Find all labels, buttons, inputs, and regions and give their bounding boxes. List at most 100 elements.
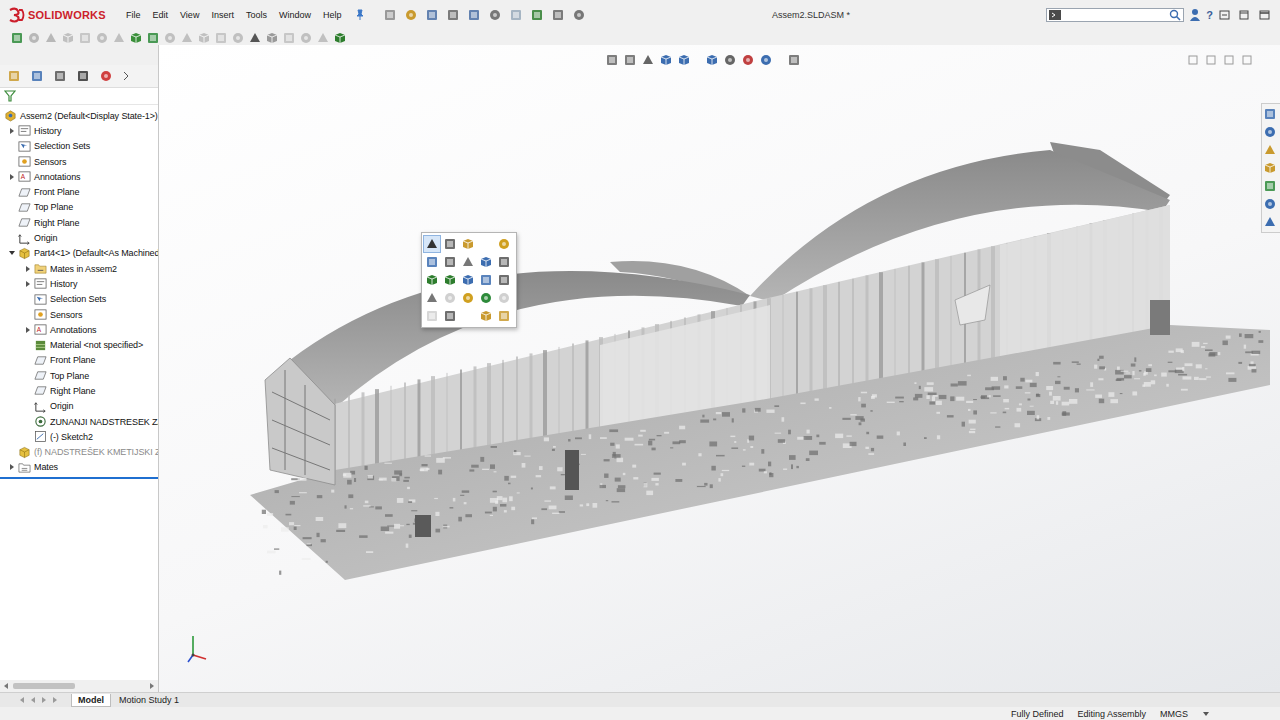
tree-item-label[interactable]: Right Plane xyxy=(34,218,79,228)
toolbar-tool-icon[interactable] xyxy=(299,31,313,45)
smart-mate-icon[interactable] xyxy=(479,309,493,323)
tree-item-label[interactable]: Material <not specified> xyxy=(50,340,143,350)
tree-item-label[interactable]: Annotations xyxy=(34,172,80,182)
toolbar-tool-icon[interactable] xyxy=(163,31,177,45)
custom-properties-icon[interactable] xyxy=(1263,197,1277,211)
menu-item[interactable]: Tools xyxy=(240,8,273,22)
help-button[interactable]: ? xyxy=(1206,9,1213,21)
disabled-tool-icon[interactable] xyxy=(443,291,457,305)
tree-item[interactable]: Part4<1> (Default<As Machined> xyxy=(0,246,158,261)
horizontal-scrollbar[interactable] xyxy=(0,680,158,692)
component-properties-icon[interactable] xyxy=(461,237,475,251)
toolbar-tool-icon[interactable] xyxy=(112,31,126,45)
expander[interactable] xyxy=(6,125,18,137)
toolbar-tool-icon[interactable] xyxy=(44,31,58,45)
tree-item-label[interactable]: Top Plane xyxy=(34,202,73,212)
display-manager-icon[interactable] xyxy=(99,69,113,83)
file-properties-icon[interactable] xyxy=(551,8,565,22)
tree-item-label[interactable]: ZUNANJI NADSTRESEK ZADR xyxy=(50,417,158,427)
new-icon[interactable] xyxy=(383,8,397,22)
expander[interactable] xyxy=(6,247,18,259)
expand-arrow-icon[interactable] xyxy=(26,281,30,287)
tree-item[interactable]: AAnnotations xyxy=(0,169,158,184)
tree-item[interactable]: Origin xyxy=(0,230,158,245)
options-list-icon[interactable] xyxy=(530,8,544,22)
mate-icon[interactable] xyxy=(479,273,493,287)
tree-item-label[interactable]: Right Plane xyxy=(50,386,95,396)
move-component-icon[interactable] xyxy=(425,273,439,287)
toolbar-tool-icon[interactable] xyxy=(316,31,330,45)
view-orientation-icon[interactable] xyxy=(677,53,691,67)
magnifier-icon[interactable] xyxy=(1169,9,1181,21)
tree-item-label[interactable]: Selection Sets xyxy=(50,294,106,304)
expand-arrow-icon[interactable] xyxy=(10,464,14,470)
toolbar-tool-icon[interactable] xyxy=(95,31,109,45)
tree-item[interactable]: History xyxy=(0,276,158,291)
view-palette-icon[interactable] xyxy=(1263,161,1277,175)
rollback-bar[interactable] xyxy=(0,477,158,479)
next-tab-icon[interactable] xyxy=(40,696,48,704)
menu-item[interactable]: View xyxy=(174,8,205,22)
open-icon[interactable] xyxy=(404,8,418,22)
edit-sketch-icon[interactable] xyxy=(461,255,475,269)
toolbar-tool-icon[interactable] xyxy=(129,31,143,45)
toolbar-tool-icon[interactable] xyxy=(248,31,262,45)
tree-item[interactable]: Right Plane xyxy=(0,215,158,230)
smart-fasteners-icon[interactable] xyxy=(461,273,475,287)
expand-arrow-icon[interactable] xyxy=(9,251,15,255)
tree-item[interactable]: Sensors xyxy=(0,154,158,169)
expand-arrow-icon[interactable] xyxy=(26,266,30,272)
expander[interactable] xyxy=(22,278,34,290)
disabled-rotate-icon[interactable] xyxy=(497,291,511,305)
change-transparency-icon[interactable] xyxy=(479,255,493,269)
configuration-manager-icon[interactable] xyxy=(53,69,67,83)
tree-item-label[interactable]: Origin xyxy=(50,401,73,411)
toolbar-tool-icon[interactable] xyxy=(282,31,296,45)
cascade-icon[interactable] xyxy=(1206,55,1216,65)
tree-item[interactable]: (f) NADSTREŠEK KMETIJSKI ZAVO xyxy=(0,445,158,460)
toolbar-tool-icon[interactable] xyxy=(78,31,92,45)
expander[interactable] xyxy=(22,324,34,336)
graphics-area[interactable] xyxy=(159,45,1280,692)
dimxpert-icon[interactable] xyxy=(76,69,90,83)
tree-item-label[interactable]: Mates in Assem2 xyxy=(50,264,117,274)
expand-arrow-icon[interactable] xyxy=(10,128,14,134)
toolbar-tool-icon[interactable] xyxy=(146,31,160,45)
isolate-icon[interactable] xyxy=(425,255,439,269)
toolbar-tool-icon[interactable] xyxy=(214,31,228,45)
point-cloud-model[interactable] xyxy=(159,45,1280,692)
feature-manager-icon[interactable] xyxy=(7,69,21,83)
units-dropdown-icon[interactable] xyxy=(1202,710,1210,718)
display-style-icon[interactable] xyxy=(705,53,719,67)
toolbar-tool-icon[interactable] xyxy=(10,31,24,45)
menu-item[interactable]: File xyxy=(120,8,147,22)
tree-item[interactable]: Assem2 (Default<Display State-1>) xyxy=(0,108,158,123)
menu-item[interactable]: Window xyxy=(273,8,317,22)
expand-arrow-icon[interactable] xyxy=(26,327,30,333)
tree-item-label[interactable]: Assem2 (Default<Display State-1>) xyxy=(20,111,158,121)
tree-item[interactable]: Front Plane xyxy=(0,184,158,199)
undo-icon[interactable] xyxy=(467,8,481,22)
window-controls-icon[interactable] xyxy=(1218,9,1274,21)
scenes-icon[interactable] xyxy=(759,53,773,67)
toolbar-tool-icon[interactable] xyxy=(265,31,279,45)
bottom-tab[interactable]: Motion Study 1 xyxy=(113,694,185,706)
last-tab-icon[interactable] xyxy=(51,696,59,704)
toolbar-tool-icon[interactable] xyxy=(231,31,245,45)
open-part-icon[interactable] xyxy=(443,237,457,251)
toolbar-tool-icon[interactable] xyxy=(333,31,347,45)
tree-item[interactable]: Mates in Assem2 xyxy=(0,261,158,276)
previous-view-icon[interactable] xyxy=(641,53,655,67)
command-search-icon[interactable] xyxy=(1049,10,1061,20)
hide-show-items-icon[interactable] xyxy=(723,53,737,67)
forum-icon[interactable] xyxy=(1263,215,1277,229)
more-tabs-icon[interactable] xyxy=(122,71,130,81)
prev-tab-icon[interactable] xyxy=(29,696,37,704)
bottom-tab[interactable]: Model xyxy=(71,694,111,707)
minimize-icon[interactable] xyxy=(1224,55,1234,65)
tree-item[interactable]: Mates xyxy=(0,460,158,475)
tree-item[interactable]: Top Plane xyxy=(0,200,158,215)
pin-icon[interactable] xyxy=(355,9,365,21)
rotate-component-icon[interactable] xyxy=(443,273,457,287)
tree-item[interactable]: Origin xyxy=(0,399,158,414)
